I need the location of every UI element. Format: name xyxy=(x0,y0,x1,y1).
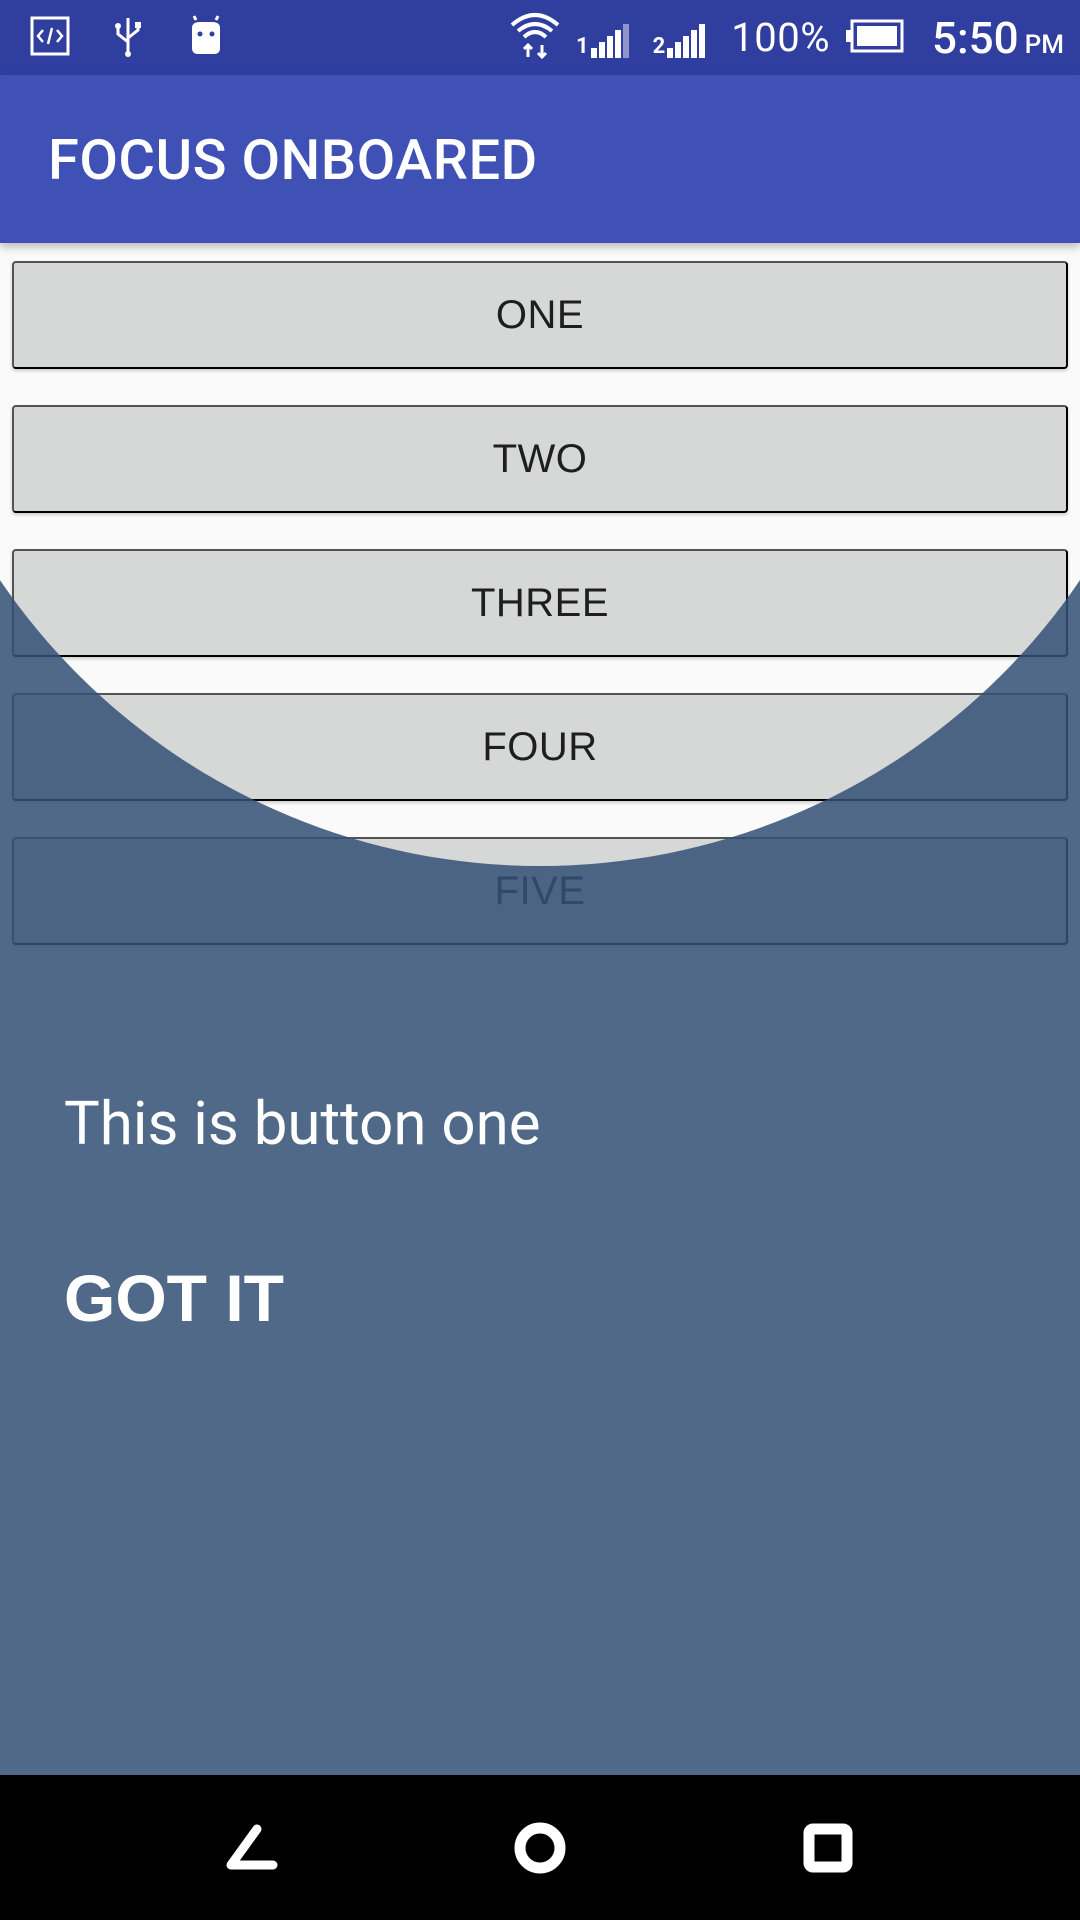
app-bar: FOCUS ONBOARED xyxy=(0,75,1080,243)
android-icon xyxy=(186,14,226,62)
signal-icon: 1 xyxy=(576,18,629,58)
wifi-icon xyxy=(508,11,562,65)
recents-icon[interactable] xyxy=(795,1815,861,1881)
app-title: FOCUS ONBOARED xyxy=(48,127,538,193)
back-icon[interactable] xyxy=(218,1815,284,1881)
usb-icon xyxy=(110,14,146,62)
button-three[interactable]: THREE xyxy=(12,549,1068,657)
signal-icon: 2 xyxy=(653,18,706,58)
button-list: ONE TWO THREE FOUR FIVE xyxy=(0,243,1080,1775)
code-icon xyxy=(30,16,70,60)
status-bar: 1 2 100% 5:50 PM xyxy=(0,0,1080,75)
battery-icon xyxy=(844,19,904,57)
button-one[interactable]: ONE xyxy=(12,261,1068,369)
clock-time: 5:50 xyxy=(932,11,1019,64)
clock-ampm: PM xyxy=(1024,29,1064,60)
onboarding-description: This is button one xyxy=(64,1088,541,1159)
clock: 5:50 PM xyxy=(932,12,1064,64)
battery-percent: 100% xyxy=(731,14,831,61)
button-four[interactable]: FOUR xyxy=(12,693,1068,801)
button-five[interactable]: FIVE xyxy=(12,837,1068,945)
button-two[interactable]: TWO xyxy=(12,405,1068,513)
navigation-bar xyxy=(0,1775,1080,1920)
got-it-button[interactable]: GOT IT xyxy=(64,1260,284,1336)
home-icon[interactable] xyxy=(507,1815,573,1881)
